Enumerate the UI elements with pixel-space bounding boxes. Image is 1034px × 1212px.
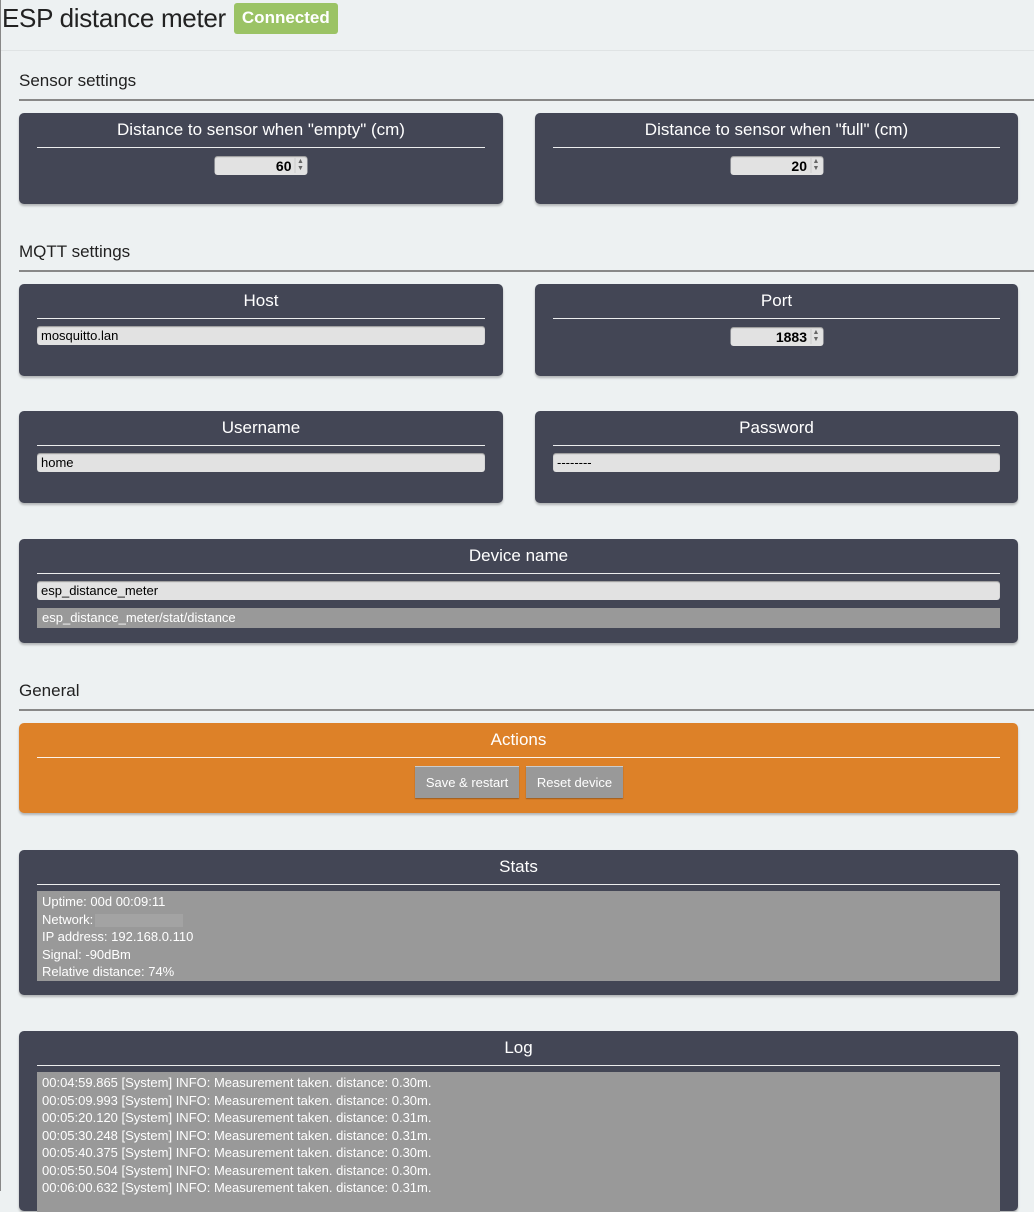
log-line: 00:05:20.120 [System] INFO: Measurement … xyxy=(42,1110,432,1125)
card-title: Stats xyxy=(499,857,538,876)
log-line: 00:06:00.632 [System] INFO: Measurement … xyxy=(42,1180,432,1195)
card-title: Username xyxy=(221,418,301,437)
card-divider xyxy=(553,445,1000,446)
card-log: Log 00:04:59.865 [System] INFO: Measurem… xyxy=(19,1031,1018,1212)
section-divider xyxy=(19,270,1034,272)
card-username: Username home xyxy=(19,411,503,503)
redacted-network-name xyxy=(95,913,184,927)
card-title: Actions xyxy=(490,730,547,749)
log-line: 00:05:50.504 [System] INFO: Measurement … xyxy=(42,1162,432,1178)
log-line: 00:04:59.865 [System] INFO: Measurement … xyxy=(42,1075,432,1090)
stats-network: Network: xyxy=(42,911,94,927)
stats-relative-distance: Relative distance: 74% xyxy=(42,964,175,979)
card-password: Password -------- xyxy=(535,411,1018,503)
card-divider xyxy=(553,147,1000,148)
username-input[interactable]: home xyxy=(37,453,485,472)
spinner-icon[interactable]: ▲ ▼ xyxy=(294,158,306,173)
log-panel[interactable]: 00:04:59.865 [System] INFO: Measurement … xyxy=(37,1072,1000,1212)
card-title: Port xyxy=(760,291,793,310)
connection-status-badge: Connected xyxy=(233,2,338,34)
card-divider xyxy=(37,147,485,148)
card-divider xyxy=(37,573,1000,574)
card-stats: Stats Uptime: 00d 00:09:11 Network: IP a… xyxy=(19,850,1018,995)
card-port: Port 1883 ▲ ▼ xyxy=(535,284,1018,376)
section-title-sensor: Sensor settings xyxy=(19,71,137,90)
card-divider xyxy=(37,445,485,446)
spinner-icon[interactable]: ▲ ▼ xyxy=(810,329,821,344)
stats-signal: Signal: -90dBm xyxy=(42,946,131,962)
full-distance-input[interactable]: 20 ▲ ▼ xyxy=(730,156,823,175)
section-divider xyxy=(19,709,1034,711)
log-line: 00:05:30.248 [System] INFO: Measurement … xyxy=(42,1127,432,1143)
stats-uptime: Uptime: 00d 00:09:11 xyxy=(42,894,166,909)
spinner-icon[interactable]: ▲ ▼ xyxy=(810,158,821,173)
card-title: Password xyxy=(739,418,814,437)
section-title-mqtt: MQTT settings xyxy=(19,242,131,261)
card-divider xyxy=(37,1065,1000,1066)
port-value: 1883 xyxy=(775,328,807,345)
empty-distance-value: 60 xyxy=(275,157,292,174)
card-host: Host mosquitto.lan xyxy=(19,284,503,376)
app-title: ESP distance meter xyxy=(2,2,226,33)
reset-device-button[interactable]: Reset device xyxy=(526,766,623,798)
save-restart-button[interactable]: Save & restart xyxy=(415,766,519,798)
card-title: Log xyxy=(504,1038,533,1057)
card-title: Distance to sensor when "empty" (cm) xyxy=(117,120,405,139)
log-line: 00:05:40.375 [System] INFO: Measurement … xyxy=(42,1145,432,1160)
section-divider xyxy=(19,99,1034,101)
device-name-input[interactable]: esp_distance_meter xyxy=(37,581,1000,600)
app-header: ESP distance meter Connected xyxy=(1,0,1034,51)
card-divider xyxy=(553,318,1000,319)
stats-network-row: Network: xyxy=(42,911,995,929)
card-device-name: Device name esp_distance_meter esp_dista… xyxy=(19,539,1018,643)
card-title: Distance to sensor when "full" (cm) xyxy=(644,120,909,139)
card-divider xyxy=(37,318,485,319)
card-title: Device name xyxy=(468,546,569,565)
card-empty-distance: Distance to sensor when "empty" (cm) 60 … xyxy=(19,113,503,204)
stats-panel: Uptime: 00d 00:09:11 Network: IP address… xyxy=(37,891,1000,981)
card-full-distance: Distance to sensor when "full" (cm) 20 ▲… xyxy=(535,113,1018,204)
card-divider xyxy=(37,884,1000,885)
mqtt-topic-display: esp_distance_meter/stat/distance xyxy=(37,608,1000,628)
card-divider xyxy=(37,757,1000,758)
full-distance-value: 20 xyxy=(791,157,807,174)
card-title: Host xyxy=(243,291,279,310)
card-actions: Actions Save & restart Reset device xyxy=(19,723,1018,813)
password-input[interactable]: -------- xyxy=(553,453,1000,472)
section-title-general: General xyxy=(19,681,80,700)
stats-ip: IP address: 192.168.0.110 xyxy=(42,929,194,944)
empty-distance-input[interactable]: 60 ▲ ▼ xyxy=(214,156,308,175)
port-input[interactable]: 1883 ▲ ▼ xyxy=(730,327,823,346)
host-input[interactable]: mosquitto.lan xyxy=(37,326,485,345)
log-line: 00:05:09.993 [System] INFO: Measurement … xyxy=(42,1092,432,1108)
